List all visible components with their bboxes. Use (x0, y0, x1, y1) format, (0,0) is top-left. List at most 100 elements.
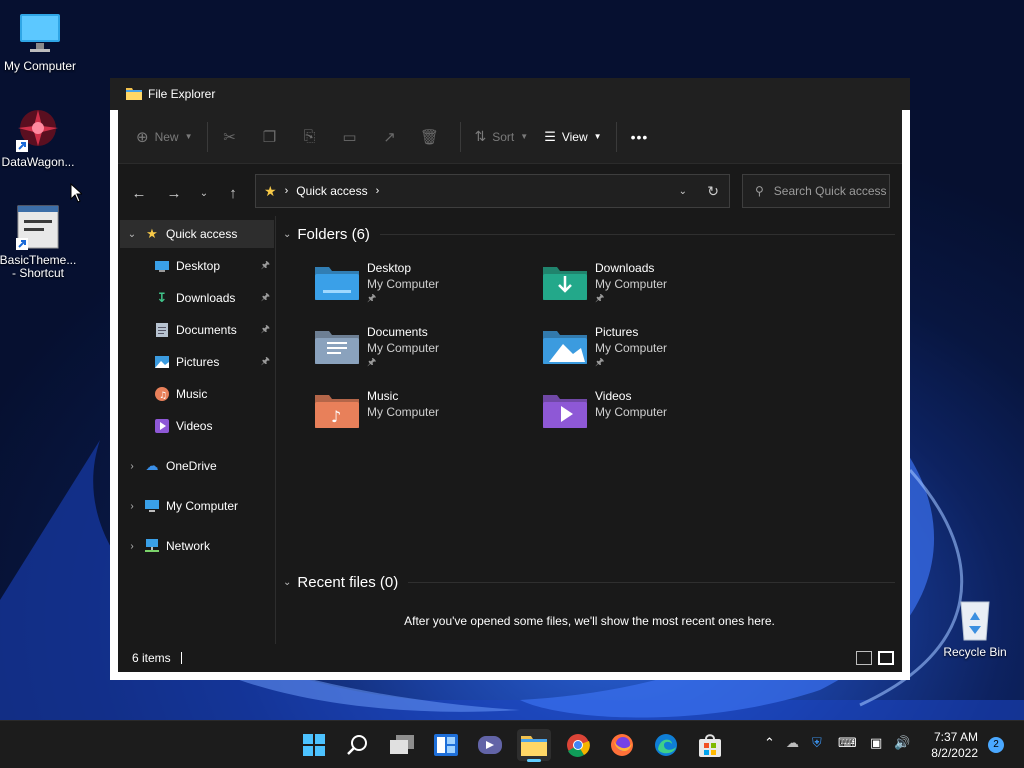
breadcrumb-separator-icon: › (284, 185, 289, 197)
desktop-icon-basictheme-shortcut[interactable]: BasicTheme... - Shortcut (0, 204, 78, 280)
keyboard-icon[interactable]: ⌨ (838, 735, 857, 751)
sidebar-item-downloads[interactable]: ↧ Downloads 🖈 (120, 284, 274, 312)
chrome-button[interactable] (561, 729, 595, 761)
sidebar-item-network[interactable]: › Network (120, 532, 274, 560)
chevron-right-icon[interactable]: › (120, 461, 144, 472)
folder-location: My Computer (595, 405, 668, 419)
recent-empty-message: After you've opened some files, we'll sh… (404, 614, 775, 628)
explorer-body: ⊕ New ▼ ✂ ❐ ⎘ ▭ ↗ 🗑 ⇅ Sort ▼ ☰ View ▼ ••… (118, 110, 902, 672)
sidebar-item-onedrive[interactable]: › ☁ OneDrive (120, 452, 274, 480)
folders-section-header[interactable]: ⌄ Folders (6) (283, 222, 895, 246)
folder-tile-downloads[interactable]: Downloads My Computer 🖈 (543, 260, 763, 312)
desktop-icon-my-computer[interactable]: My Computer (0, 10, 80, 73)
pin-icon[interactable]: 🖈 (261, 290, 270, 307)
sidebar-item-videos[interactable]: Videos (120, 412, 274, 440)
sidebar-item-documents[interactable]: Documents 🖈 (120, 316, 274, 344)
sidebar-item-quick-access[interactable]: ⌄ ★ Quick access (120, 220, 274, 248)
folder-tile-pictures[interactable]: Pictures My Computer 🖈 (543, 324, 763, 376)
microsoft-store-button[interactable] (693, 729, 727, 761)
folder-location: My Computer (367, 341, 440, 355)
rename-icon[interactable]: ▭ (334, 120, 366, 154)
new-button[interactable]: ⊕ New ▼ (128, 120, 201, 154)
chevron-right-icon[interactable]: › (120, 501, 144, 512)
sort-icon: ⇅ (474, 128, 487, 144)
chevron-down-icon[interactable]: ⌄ (283, 577, 291, 588)
task-view-button[interactable] (385, 729, 419, 761)
notification-badge[interactable]: 2 (988, 737, 1004, 753)
file-explorer-taskbar-button[interactable] (517, 729, 551, 762)
monitor-icon (16, 10, 64, 58)
folder-tile-desktop[interactable]: Desktop My Computer 🖈 (315, 260, 535, 312)
search-box[interactable]: ⚲ Search Quick access (742, 174, 890, 208)
folder-tile-documents[interactable]: Documents My Computer 🖈 (315, 324, 535, 376)
command-bar: ⊕ New ▼ ✂ ❐ ⎘ ▭ ↗ 🗑 ⇅ Sort ▼ ☰ View ▼ ••… (118, 110, 902, 164)
chevron-down-icon[interactable]: ⌄ (283, 229, 291, 240)
forward-button[interactable]: → (161, 182, 187, 204)
application-window-icon (14, 204, 62, 252)
search-icon (347, 735, 367, 755)
title-bar[interactable]: File Explorer (110, 78, 910, 110)
copy-icon[interactable]: ❐ (254, 120, 286, 154)
chevron-down-icon: ▼ (593, 132, 602, 141)
widgets-button[interactable] (429, 729, 463, 761)
security-shield-icon[interactable]: ⛨ (812, 735, 822, 751)
onedrive-offline-icon[interactable]: ☁ (786, 735, 799, 751)
cut-icon[interactable]: ✂ (214, 120, 246, 154)
recent-section-header[interactable]: ⌄ Recent files (0) (283, 570, 895, 594)
view-button[interactable]: ☰ View ▼ (536, 120, 609, 154)
teams-chat-button[interactable] (473, 729, 507, 761)
chevron-down-icon[interactable]: ⌄ (120, 229, 144, 240)
desktop-icon-datawagon[interactable]: DataWagon... (0, 106, 78, 169)
chevron-down-icon: ▼ (184, 132, 193, 141)
refresh-icon[interactable]: ↻ (707, 183, 719, 200)
sidebar-item-pictures[interactable]: Pictures 🖈 (120, 348, 274, 376)
pin-icon[interactable]: 🖈 (261, 258, 270, 275)
folder-name: Music (367, 389, 399, 403)
pin-icon[interactable]: 🖈 (261, 354, 270, 371)
large-icons-view-icon[interactable] (878, 651, 894, 665)
start-button[interactable] (297, 729, 331, 761)
sidebar-item-music[interactable]: ♫ Music (120, 380, 274, 408)
firefox-button[interactable] (605, 729, 639, 761)
share-icon[interactable]: ↗ (374, 120, 406, 154)
clock-time: 7:37 AM (933, 730, 978, 744)
address-dropdown-icon[interactable]: ⌄ (679, 186, 687, 197)
sort-button[interactable]: ⇅ Sort ▼ (467, 120, 537, 154)
clock[interactable]: 7:37 AM 8/2/2022 (931, 729, 978, 761)
desktop-icon-recycle-bin[interactable]: Recycle Bin (935, 596, 1015, 659)
toolbar-divider (615, 121, 617, 152)
sidebar-item-label: Videos (176, 419, 213, 433)
desktop-icon-label: Recycle Bin (943, 645, 1007, 659)
desktop-icon-label: BasicTheme... - Shortcut (0, 253, 77, 280)
details-view-icon[interactable] (856, 651, 872, 665)
more-options-button[interactable]: ••• (623, 120, 657, 154)
cloud-icon: ☁ (145, 458, 159, 473)
breadcrumb-quick-access[interactable]: Quick access (296, 184, 367, 198)
toolbar-divider (206, 121, 208, 152)
delete-icon[interactable]: 🗑 (414, 120, 446, 154)
back-button[interactable]: ← (126, 182, 152, 204)
show-hidden-icons-chevron-icon[interactable]: ⌃ (764, 735, 775, 751)
folder-tile-music[interactable]: ♪ Music My Computer (315, 388, 535, 440)
address-bar[interactable]: ★ › Quick access › ⌄ ↻ (255, 174, 730, 208)
folder-name: Pictures (595, 325, 639, 339)
chevron-right-icon[interactable]: › (120, 541, 144, 552)
file-explorer-window: File Explorer ⊕ New ▼ ✂ ❐ ⎘ ▭ ↗ 🗑 ⇅ Sort… (110, 78, 910, 680)
volume-icon[interactable]: 🔊 (894, 735, 910, 751)
sidebar-item-label: Documents (176, 323, 237, 337)
pin-icon[interactable]: 🖈 (261, 322, 270, 339)
active-indicator (527, 759, 541, 762)
monitor-icon (144, 498, 160, 514)
search-button[interactable] (341, 729, 375, 761)
sidebar-item-my-computer[interactable]: › My Computer (120, 492, 274, 520)
sidebar-item-desktop[interactable]: Desktop 🖈 (120, 252, 274, 280)
status-divider (180, 652, 182, 664)
up-button[interactable]: ↑ (220, 182, 246, 204)
edge-button[interactable] (649, 729, 683, 761)
recent-locations-button[interactable]: ⌄ (191, 182, 217, 204)
paste-icon[interactable]: ⎘ (294, 120, 326, 154)
folder-tile-videos[interactable]: Videos My Computer (543, 388, 763, 440)
view-switcher (856, 651, 894, 665)
network-icon[interactable]: ▣ (870, 735, 882, 751)
desktop-folder-icon (315, 264, 359, 300)
